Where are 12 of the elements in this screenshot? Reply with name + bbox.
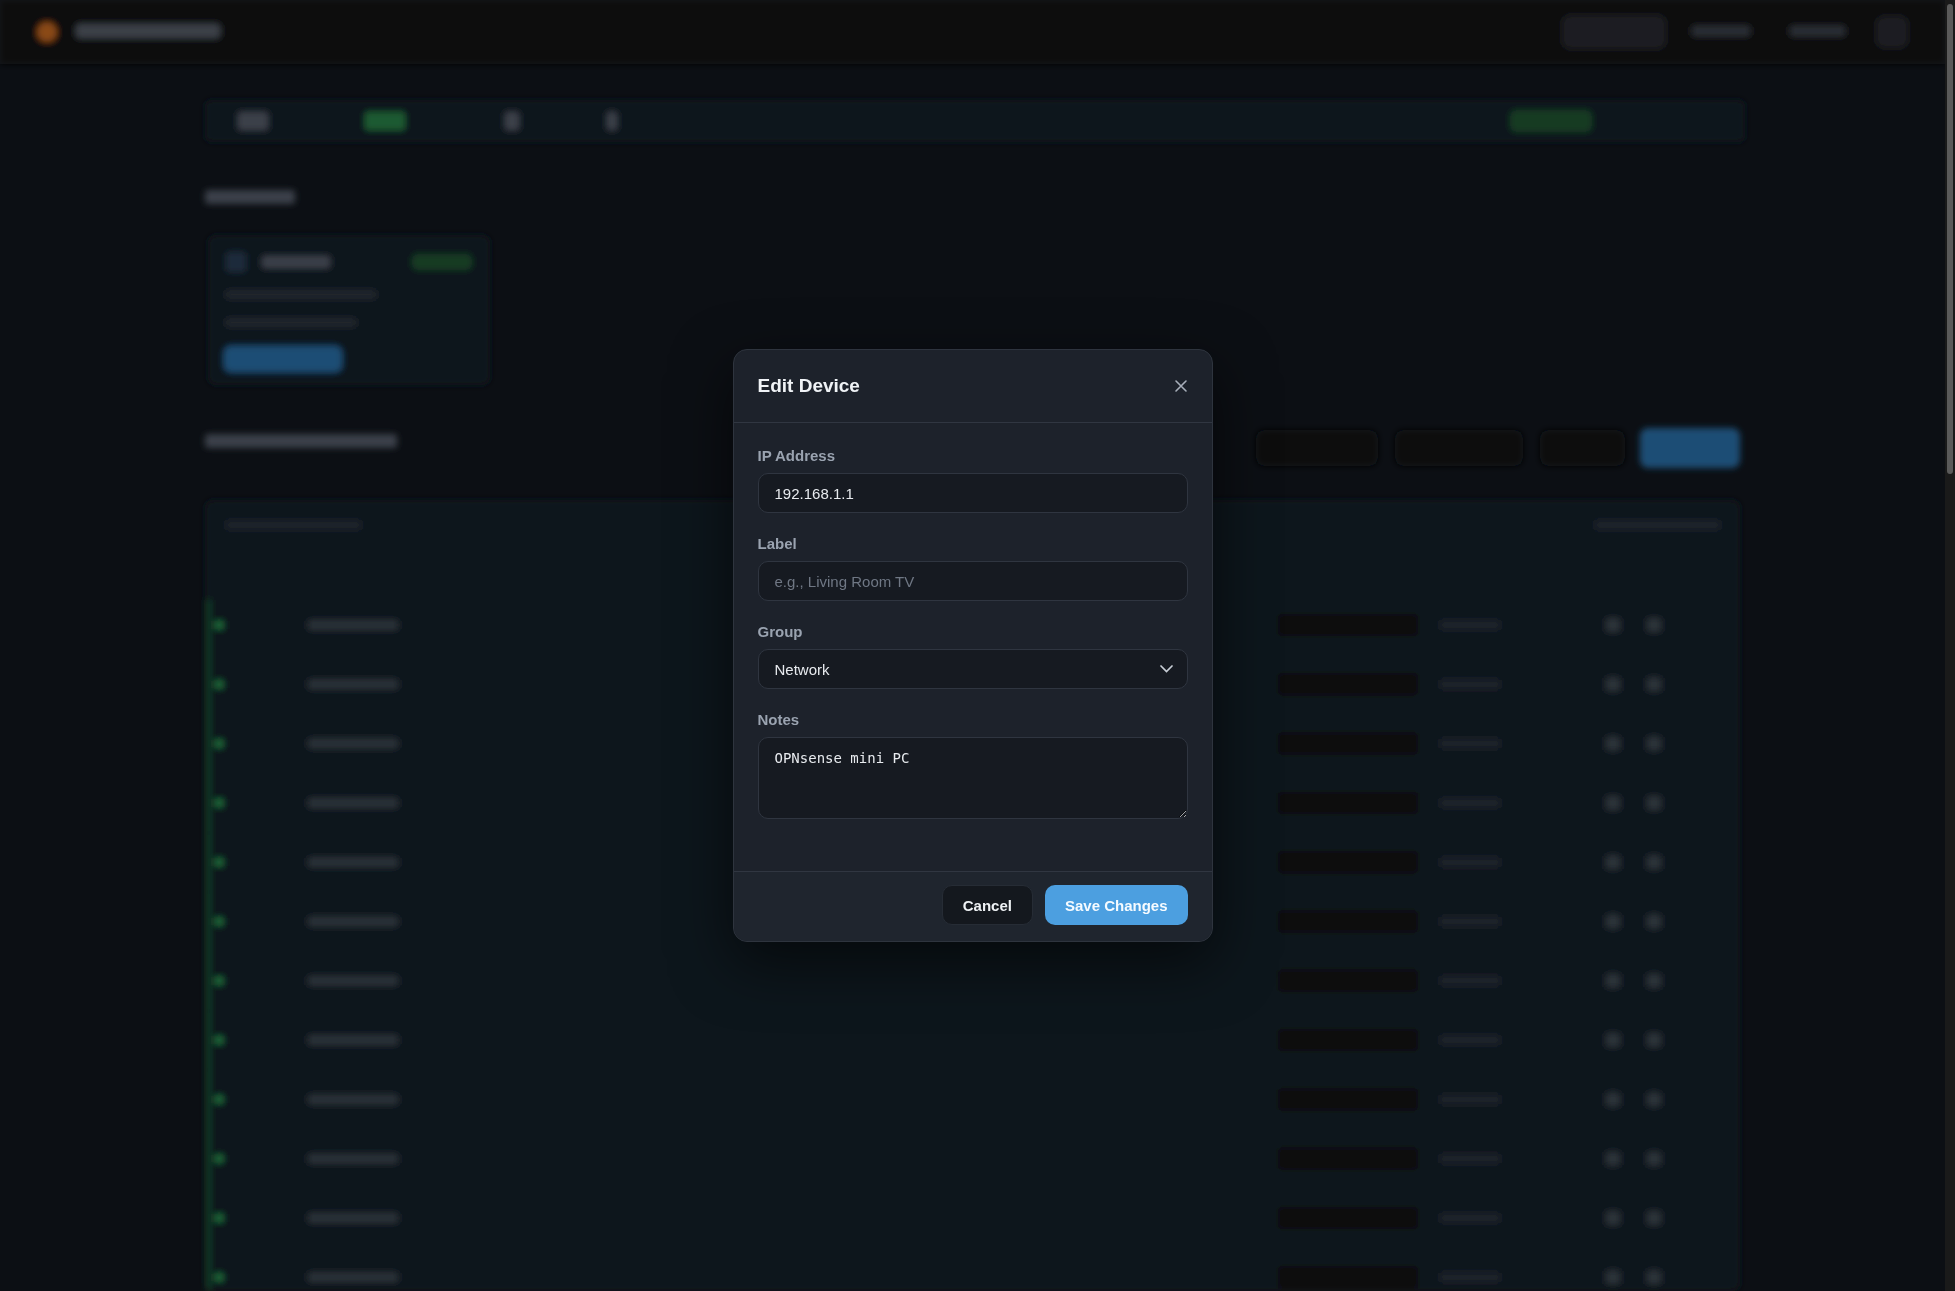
field-label: Notes	[757, 711, 801, 728]
group-dropdown[interactable]: Network	[757, 649, 1188, 689]
text-field[interactable]: e.g., Living Room TV	[757, 561, 1188, 601]
close-icon[interactable]	[1173, 379, 1188, 393]
text-field[interactable]: 192.168.1.1	[757, 473, 1188, 513]
dialog-title: Edit Device	[757, 375, 860, 397]
field-label: Label	[757, 535, 798, 552]
field-label: IP Address	[757, 447, 837, 464]
field-label: Group	[757, 623, 804, 640]
chevron-down-icon	[1159, 665, 1173, 673]
cancel-button[interactable]: Cancel	[941, 885, 1033, 925]
notes-field[interactable]: OPNsense mini PC	[757, 737, 1188, 819]
